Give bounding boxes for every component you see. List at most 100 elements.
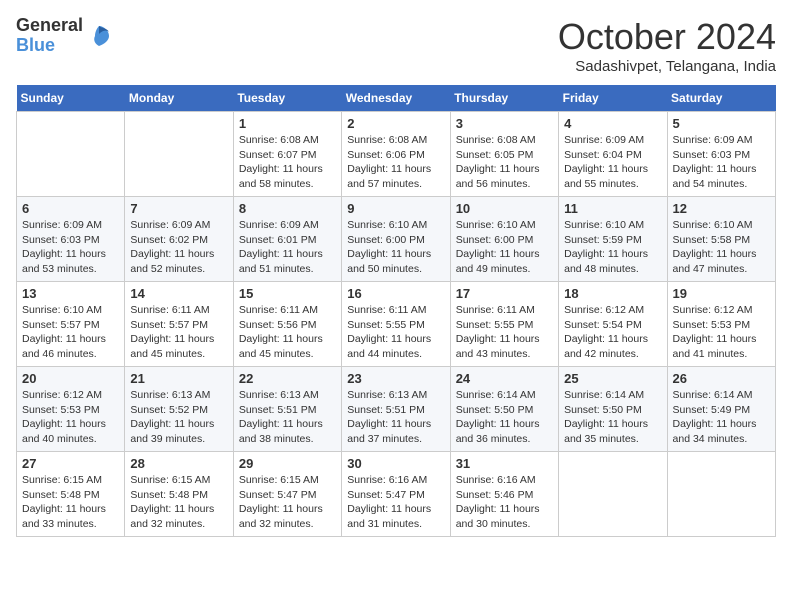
- calendar-cell: 11 Sunrise: 6:10 AMSunset: 5:59 PMDayligh…: [559, 197, 667, 282]
- day-number: 8: [239, 201, 336, 216]
- day-info: Sunrise: 6:09 AMSunset: 6:01 PMDaylight:…: [239, 218, 336, 277]
- day-number: 1: [239, 116, 336, 131]
- calendar-cell: 16 Sunrise: 6:11 AMSunset: 5:55 PMDayligh…: [342, 282, 450, 367]
- calendar-cell: 25Sunrise: 6:14 AMSunset: 5:50 PMDayligh…: [559, 367, 667, 452]
- calendar-cell: 29 Sunrise: 6:15 AMSunset: 5:47 PMDayligh…: [233, 452, 341, 537]
- location: Sadashivpet, Telangana, India: [558, 58, 776, 75]
- col-header-saturday: Saturday: [667, 85, 775, 112]
- day-number: 16: [347, 286, 444, 301]
- day-number: 5: [673, 116, 770, 131]
- day-info: Sunrise: 6:10 AMSunset: 5:58 PMDaylight:…: [673, 218, 770, 277]
- logo-bird-icon: [85, 22, 113, 50]
- calendar-cell: 13Sunrise: 6:10 AMSunset: 5:57 PMDayligh…: [17, 282, 125, 367]
- day-number: 2: [347, 116, 444, 131]
- month-title: October 2024: [558, 16, 776, 58]
- day-info: Sunrise: 6:15 AMSunset: 5:48 PMDaylight:…: [22, 473, 119, 532]
- day-number: 27: [22, 456, 119, 471]
- logo-blue: Blue: [16, 36, 83, 56]
- day-info: Sunrise: 6:16 AMSunset: 5:47 PMDaylight:…: [347, 473, 444, 532]
- calendar-table: SundayMondayTuesdayWednesdayThursdayFrid…: [16, 85, 776, 537]
- day-info: Sunrise: 6:14 AMSunset: 5:50 PMDaylight:…: [456, 388, 553, 447]
- day-info: Sunrise: 6:08 AMSunset: 6:07 PMDaylight:…: [239, 133, 336, 192]
- calendar-cell: 5 Sunrise: 6:09 AMSunset: 6:03 PMDaylight…: [667, 112, 775, 197]
- day-number: 18: [564, 286, 661, 301]
- calendar-cell: 10Sunrise: 6:10 AMSunset: 6:00 PMDayligh…: [450, 197, 558, 282]
- calendar-cell: [17, 112, 125, 197]
- day-info: Sunrise: 6:15 AMSunset: 5:48 PMDaylight:…: [130, 473, 227, 532]
- calendar-cell: 8 Sunrise: 6:09 AMSunset: 6:01 PMDaylight…: [233, 197, 341, 282]
- day-info: Sunrise: 6:12 AMSunset: 5:53 PMDaylight:…: [673, 303, 770, 362]
- day-info: Sunrise: 6:11 AMSunset: 5:56 PMDaylight:…: [239, 303, 336, 362]
- calendar-cell: 24 Sunrise: 6:14 AMSunset: 5:50 PMDayligh…: [450, 367, 558, 452]
- day-info: Sunrise: 6:09 AMSunset: 6:03 PMDaylight:…: [673, 133, 770, 192]
- day-info: Sunrise: 6:16 AMSunset: 5:46 PMDaylight:…: [456, 473, 553, 532]
- calendar-cell: 6Sunrise: 6:09 AMSunset: 6:03 PMDaylight…: [17, 197, 125, 282]
- day-number: 14: [130, 286, 227, 301]
- day-number: 19: [673, 286, 770, 301]
- day-info: Sunrise: 6:12 AMSunset: 5:53 PMDaylight:…: [22, 388, 119, 447]
- col-header-sunday: Sunday: [17, 85, 125, 112]
- day-number: 24: [456, 371, 553, 386]
- day-number: 20: [22, 371, 119, 386]
- logo: General Blue: [16, 16, 113, 56]
- title-block: October 2024 Sadashivpet, Telangana, Ind…: [558, 16, 776, 75]
- day-number: 10: [456, 201, 553, 216]
- calendar-cell: 2 Sunrise: 6:08 AMSunset: 6:06 PMDaylight…: [342, 112, 450, 197]
- day-number: 23: [347, 371, 444, 386]
- calendar-cell: 3 Sunrise: 6:08 AMSunset: 6:05 PMDaylight…: [450, 112, 558, 197]
- calendar-cell: 28 Sunrise: 6:15 AMSunset: 5:48 PMDayligh…: [125, 452, 233, 537]
- day-number: 3: [456, 116, 553, 131]
- day-number: 4: [564, 116, 661, 131]
- col-header-wednesday: Wednesday: [342, 85, 450, 112]
- day-info: Sunrise: 6:10 AMSunset: 5:59 PMDaylight:…: [564, 218, 661, 277]
- day-info: Sunrise: 6:08 AMSunset: 6:05 PMDaylight:…: [456, 133, 553, 192]
- day-info: Sunrise: 6:09 AMSunset: 6:02 PMDaylight:…: [130, 218, 227, 277]
- calendar-cell: 17 Sunrise: 6:11 AMSunset: 5:55 PMDayligh…: [450, 282, 558, 367]
- col-header-monday: Monday: [125, 85, 233, 112]
- calendar-cell: [559, 452, 667, 537]
- calendar-cell: 21 Sunrise: 6:13 AMSunset: 5:52 PMDayligh…: [125, 367, 233, 452]
- day-info: Sunrise: 6:13 AMSunset: 5:51 PMDaylight:…: [239, 388, 336, 447]
- calendar-cell: 31 Sunrise: 6:16 AMSunset: 5:46 PMDayligh…: [450, 452, 558, 537]
- calendar-cell: 20 Sunrise: 6:12 AMSunset: 5:53 PMDayligh…: [17, 367, 125, 452]
- day-number: 29: [239, 456, 336, 471]
- calendar-cell: 9 Sunrise: 6:10 AMSunset: 6:00 PMDaylight…: [342, 197, 450, 282]
- day-number: 11: [564, 201, 661, 216]
- col-header-friday: Friday: [559, 85, 667, 112]
- day-number: 31: [456, 456, 553, 471]
- calendar-cell: 7 Sunrise: 6:09 AMSunset: 6:02 PMDaylight…: [125, 197, 233, 282]
- col-header-thursday: Thursday: [450, 85, 558, 112]
- calendar-cell: 18 Sunrise: 6:12 AMSunset: 5:54 PMDayligh…: [559, 282, 667, 367]
- calendar-cell: 14Sunrise: 6:11 AMSunset: 5:57 PMDayligh…: [125, 282, 233, 367]
- day-number: 30: [347, 456, 444, 471]
- day-number: 28: [130, 456, 227, 471]
- day-number: 12: [673, 201, 770, 216]
- calendar-cell: [125, 112, 233, 197]
- day-info: Sunrise: 6:10 AMSunset: 5:57 PMDaylight:…: [22, 303, 119, 362]
- day-number: 26: [673, 371, 770, 386]
- calendar-cell: 30 Sunrise: 6:16 AMSunset: 5:47 PMDayligh…: [342, 452, 450, 537]
- day-info: Sunrise: 6:11 AMSunset: 5:55 PMDaylight:…: [456, 303, 553, 362]
- day-info: Sunrise: 6:12 AMSunset: 5:54 PMDaylight:…: [564, 303, 661, 362]
- day-number: 9: [347, 201, 444, 216]
- day-info: Sunrise: 6:10 AMSunset: 6:00 PMDaylight:…: [347, 218, 444, 277]
- calendar-cell: 23 Sunrise: 6:13 AMSunset: 5:51 PMDayligh…: [342, 367, 450, 452]
- day-number: 22: [239, 371, 336, 386]
- day-number: 15: [239, 286, 336, 301]
- day-number: 21: [130, 371, 227, 386]
- calendar-cell: 12 Sunrise: 6:10 AMSunset: 5:58 PMDayligh…: [667, 197, 775, 282]
- day-number: 25: [564, 371, 661, 386]
- day-info: Sunrise: 6:11 AMSunset: 5:55 PMDaylight:…: [347, 303, 444, 362]
- day-number: 7: [130, 201, 227, 216]
- day-info: Sunrise: 6:13 AMSunset: 5:52 PMDaylight:…: [130, 388, 227, 447]
- day-info: Sunrise: 6:13 AMSunset: 5:51 PMDaylight:…: [347, 388, 444, 447]
- day-number: 6: [22, 201, 119, 216]
- day-info: Sunrise: 6:15 AMSunset: 5:47 PMDaylight:…: [239, 473, 336, 532]
- calendar-cell: 27 Sunrise: 6:15 AMSunset: 5:48 PMDayligh…: [17, 452, 125, 537]
- page-header: General Blue October 2024 Sadashivpet, T…: [16, 16, 776, 75]
- calendar-cell: 26Sunrise: 6:14 AMSunset: 5:49 PMDayligh…: [667, 367, 775, 452]
- calendar-cell: 1 Sunrise: 6:08 AMSunset: 6:07 PMDaylight…: [233, 112, 341, 197]
- day-info: Sunrise: 6:08 AMSunset: 6:06 PMDaylight:…: [347, 133, 444, 192]
- day-info: Sunrise: 6:09 AMSunset: 6:04 PMDaylight:…: [564, 133, 661, 192]
- day-number: 17: [456, 286, 553, 301]
